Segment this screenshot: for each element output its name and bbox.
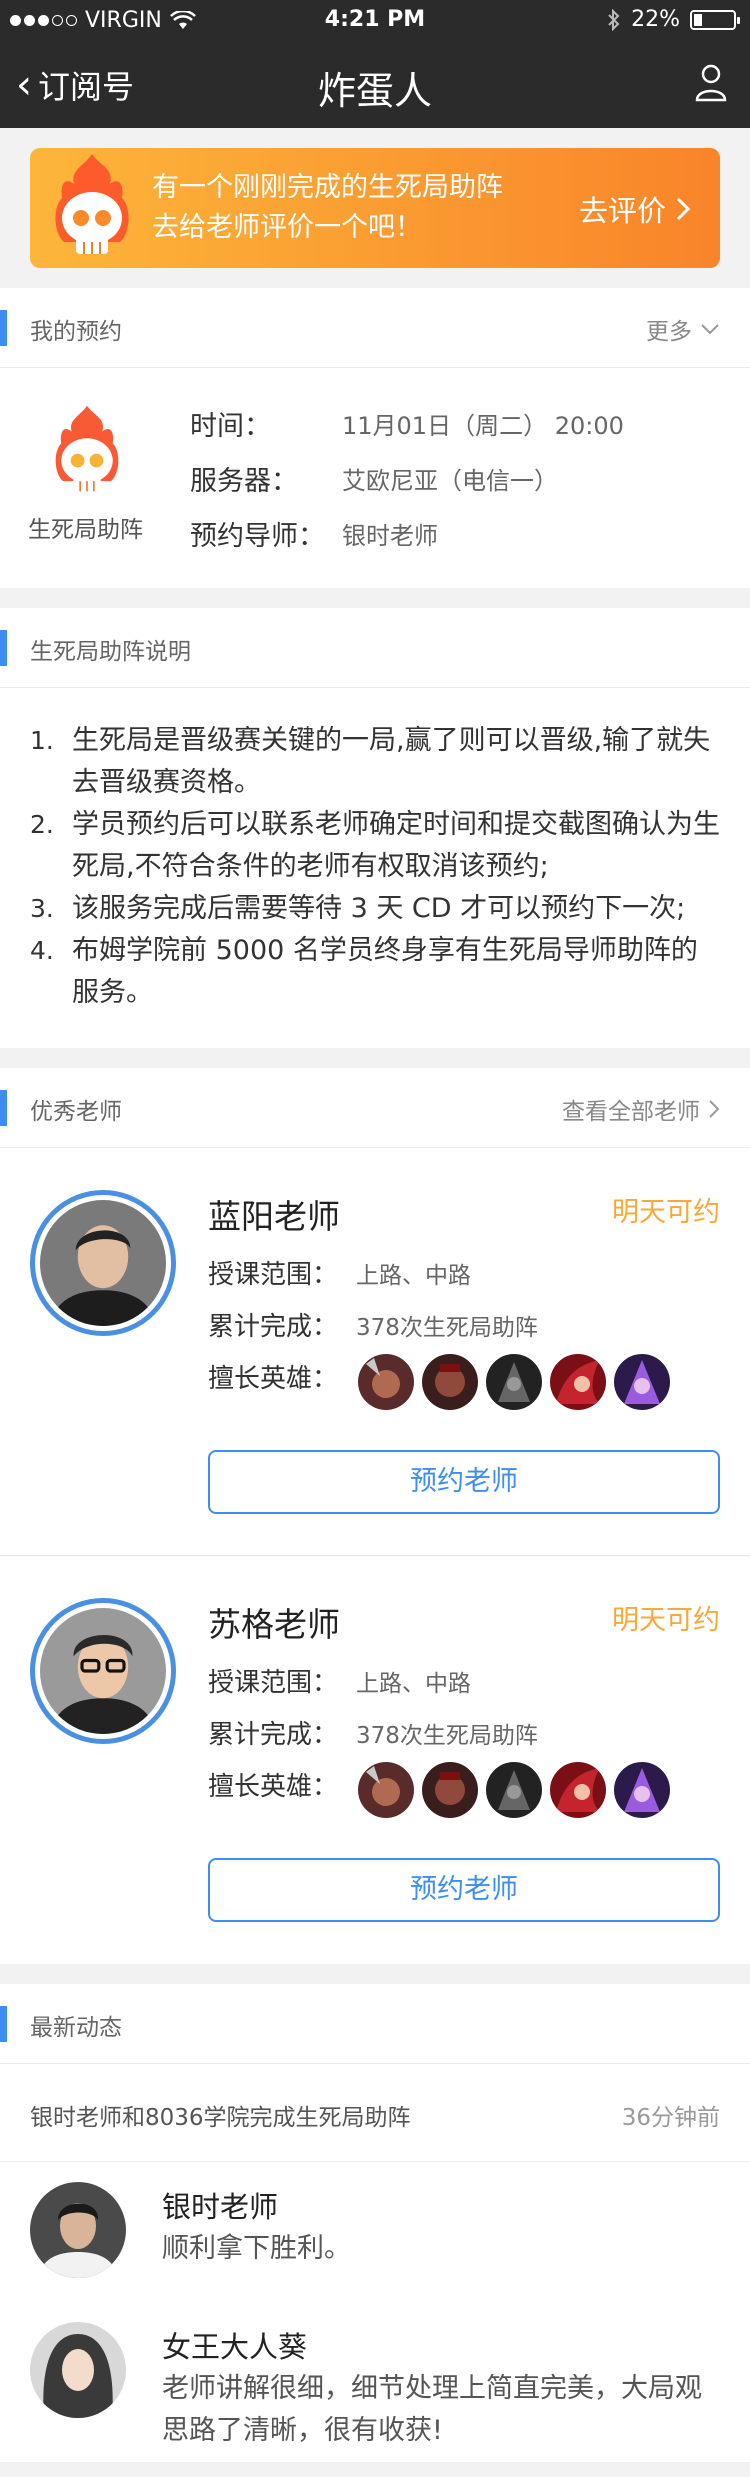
skilled-heroes-label: 擅长英雄： xyxy=(208,1772,339,1802)
news-timestamp: 36分钟前 xyxy=(621,2105,720,2131)
booking-card[interactable]: 生死局助阵 时间： 11月01日（周二） 20:00 服务器： 艾欧尼亚（电信一… xyxy=(0,368,750,588)
flaming-skull-icon xyxy=(55,405,119,492)
section-title: 优秀老师 xyxy=(30,1099,122,1125)
hero-list xyxy=(358,1762,670,1818)
hero-icon xyxy=(486,1354,542,1410)
hero-icon xyxy=(422,1354,478,1410)
comment-item: 银时老师 顺利拿下胜利。 xyxy=(0,2162,750,2302)
hero-icon xyxy=(614,1762,670,1818)
banner-line2: 去给老师评价一个吧！ xyxy=(152,212,422,243)
chevron-right-icon xyxy=(676,197,690,221)
status-bar: VIRGIN 4:21 PM 22% xyxy=(0,0,750,40)
service-name: 生死局助阵 xyxy=(28,517,143,543)
book-teacher-button[interactable]: 预约老师 xyxy=(208,1858,720,1922)
completed-count: 累计完成： 378次生死局助阵 xyxy=(208,1312,538,1342)
bluetooth-icon xyxy=(608,8,620,31)
book-teacher-button[interactable]: 预约老师 xyxy=(208,1450,720,1514)
battery-icon xyxy=(690,9,740,30)
chevron-down-icon xyxy=(701,324,719,335)
rule-item: 3. 该服务完成后需要等待 3 天 CD 才可以预约下一次; xyxy=(30,893,686,924)
section-title: 生死局助阵说明 xyxy=(30,639,191,665)
availability-badge: 明天可约 xyxy=(612,1197,720,1228)
rule-item: 4. 布姆学院前 5000 名学员终身享有生死局导师助阵的服务。 xyxy=(30,935,698,1008)
hero-icon xyxy=(358,1354,414,1410)
avatar xyxy=(30,2322,126,2418)
news-summary-text: 银时老师和8036学院完成生死局助阵 xyxy=(30,2105,411,2131)
comment-text: 老师讲解很细，细节处理上简直完美，大局观思路了清晰，很有收获! xyxy=(162,2373,702,2446)
teaching-range: 授课范围： 上路、中路 xyxy=(208,1260,471,1290)
review-banner[interactable]: 有一个刚刚完成的生死局助阵 去给老师评价一个吧！ 去评价 xyxy=(30,148,720,268)
rule-item: 2. 学员预约后可以联系老师确定时间和提交截图确认为生死局,不符合条件的老师有权取… xyxy=(30,809,720,882)
teacher-avatar xyxy=(30,1598,176,1744)
teacher-name: 苏格老师 xyxy=(208,1605,340,1644)
flaming-skull-icon xyxy=(55,154,129,254)
booking-server-row: 服务器： 艾欧尼亚（电信一） xyxy=(190,466,558,497)
booking-time-row: 时间： 11月01日（周二） 20:00 xyxy=(190,411,624,442)
section-title: 最新动态 xyxy=(30,2015,122,2041)
teacher-name: 蓝阳老师 xyxy=(208,1197,340,1236)
comment-author: 银时老师 xyxy=(162,2190,279,2224)
hero-icon xyxy=(422,1762,478,1818)
availability-badge: 明天可约 xyxy=(612,1605,720,1636)
chevron-right-icon xyxy=(709,1100,720,1118)
rule-item: 1. 生死局是晋级赛关键的一局,赢了则可以晋级,输了就失去晋级赛资格。 xyxy=(30,725,711,798)
review-button[interactable]: 去评价 xyxy=(579,188,690,230)
news-section: 最新动态 银时老师和8036学院完成生死局助阵 36分钟前 银时老师 顺利拿下胜… xyxy=(0,1984,750,2462)
avatar xyxy=(30,2182,126,2278)
completed-count: 累计完成： 378次生死局助阵 xyxy=(208,1720,538,1750)
hero-icon xyxy=(550,1354,606,1410)
teacher-card[interactable]: 苏格老师 明天可约 授课范围： 上路、中路 累计完成： 378次生死局助阵 擅长… xyxy=(0,1556,750,1964)
comment-item: 女王大人葵 老师讲解很细，细节处理上简直完美，大局观思路了清晰，很有收获! xyxy=(0,2302,750,2462)
banner-line1: 有一个刚刚完成的生死局助阵 xyxy=(152,172,503,203)
hero-icon xyxy=(358,1762,414,1818)
news-summary[interactable]: 银时老师和8036学院完成生死局助阵 36分钟前 xyxy=(0,2064,750,2162)
more-button[interactable]: 更多 xyxy=(646,312,720,346)
skilled-heroes-label: 擅长英雄： xyxy=(208,1364,339,1394)
nav-bar: ‹ 订阅号 炸蛋人 xyxy=(0,40,750,128)
rules-section: 生死局助阵说明 1. 生死局是晋级赛关键的一局,赢了则可以晋级,输了就失去晋级赛资… xyxy=(0,608,750,1048)
section-title: 我的预约 xyxy=(30,319,122,345)
page-title: 炸蛋人 xyxy=(317,69,432,113)
user-icon[interactable] xyxy=(694,62,728,102)
hero-icon xyxy=(486,1762,542,1818)
comment-text: 顺利拿下胜利。 xyxy=(162,2233,351,2264)
booking-section: 我的预约 更多 生死局助阵 时间： 11月01日（周二） 20:00 服务器： … xyxy=(0,288,750,588)
teaching-range: 授课范围： 上路、中路 xyxy=(208,1668,471,1698)
hero-icon xyxy=(550,1762,606,1818)
battery-percent: 22% xyxy=(631,7,680,32)
view-all-teachers-link[interactable]: 查看全部老师 xyxy=(562,1092,720,1126)
top-bar: VIRGIN 4:21 PM 22% ‹ 订阅号 炸蛋人 xyxy=(0,0,750,128)
hero-list xyxy=(358,1354,670,1410)
teacher-avatar xyxy=(30,1190,176,1336)
comment-author: 女王大人葵 xyxy=(162,2330,308,2364)
teacher-card[interactable]: 蓝阳老师 明天可约 授课范围： 上路、中路 累计完成： 378次生死局助阵 擅长… xyxy=(0,1148,750,1556)
hero-icon xyxy=(614,1354,670,1410)
booking-teacher-row: 预约导师： 银时老师 xyxy=(190,521,438,552)
review-button-label: 去评价 xyxy=(578,194,666,228)
teachers-section: 优秀老师 查看全部老师 蓝阳老师 明天可约 授课范围： 上路、中路 累计完成： … xyxy=(0,1068,750,1964)
